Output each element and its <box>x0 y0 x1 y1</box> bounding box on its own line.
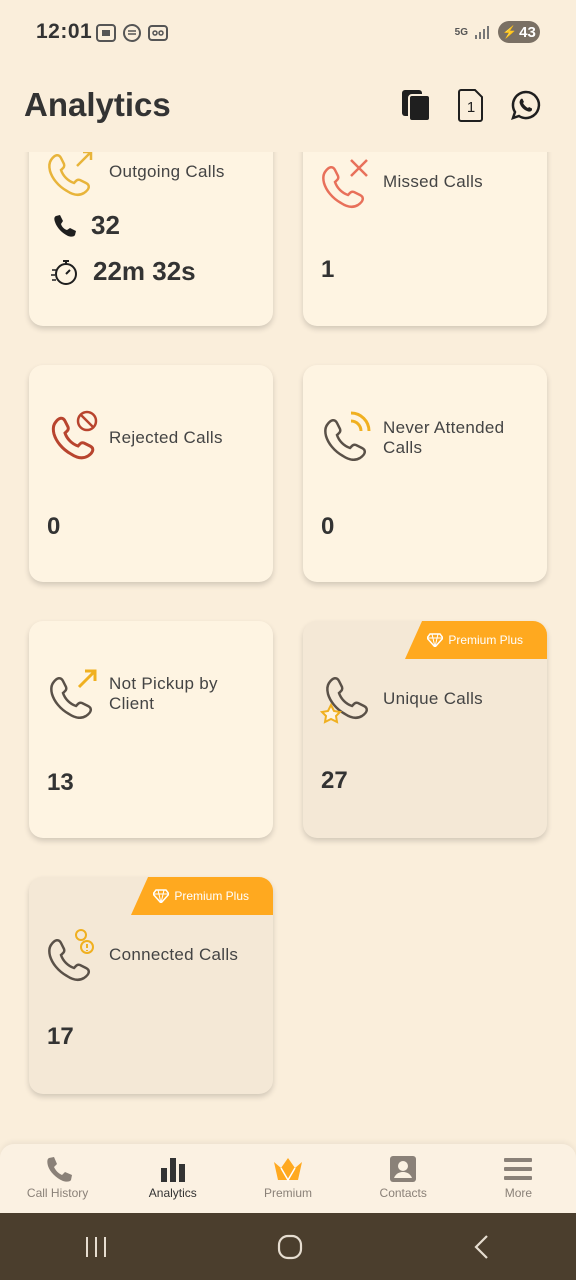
diamond-icon <box>153 889 170 903</box>
nav-label: Analytics <box>148 1186 197 1200</box>
card-value: 1 <box>321 256 335 283</box>
missed-call-icon <box>322 159 368 208</box>
nav-label: Premium <box>264 1186 313 1200</box>
home-icon[interactable] <box>277 1234 303 1260</box>
bar-chart-icon <box>160 1158 185 1182</box>
message-icon <box>123 24 141 42</box>
card-value: 27 <box>321 767 348 794</box>
unique-call-icon <box>319 677 368 724</box>
whatsapp-icon[interactable] <box>510 89 542 121</box>
phone-filled-icon <box>54 214 76 237</box>
card-label: Rejected Calls <box>109 428 223 447</box>
nav-contacts[interactable]: Contacts <box>346 1144 461 1213</box>
outgoing-duration: 22m 32s <box>93 256 196 286</box>
app-bar: Analytics 1 <box>0 64 576 152</box>
app-bar-actions: 1 <box>400 88 542 122</box>
status-bar: 12:01 5G ⚡ 43 <box>0 0 576 64</box>
premium-plus-tag: Premium Plus <box>131 877 273 915</box>
card-value: 17 <box>47 1023 74 1050</box>
diamond-icon <box>427 633 444 647</box>
card-label: Not Pickup by Client <box>109 674 218 713</box>
not-pickup-call-icon <box>50 669 97 719</box>
unique-calls-card[interactable]: Premium Plus Unique Calls 27 <box>303 621 547 838</box>
status-right: 5G ⚡ 43 <box>455 21 540 43</box>
premium-plus-tag: Premium Plus <box>405 621 547 659</box>
nav-label: Contacts <box>379 1186 427 1200</box>
system-navigation-bar <box>0 1213 576 1280</box>
outgoing-calls-card[interactable]: Outgoing Calls 32 22m 32s <box>29 152 273 326</box>
nav-label: More <box>504 1186 533 1200</box>
phone-icon <box>46 1157 72 1182</box>
notification-icons <box>96 24 168 42</box>
voicemail-icon <box>148 25 168 41</box>
contact-card-icon <box>390 1156 417 1182</box>
battery-level: 43 <box>519 23 536 41</box>
analytics-grid[interactable]: Outgoing Calls 32 22m 32s Missed Calls 1… <box>0 152 576 1144</box>
premium-tag-label: Premium Plus <box>174 889 249 903</box>
charging-icon: ⚡ <box>502 25 518 39</box>
premium-tag-label: Premium Plus <box>448 633 523 647</box>
copy-icon[interactable] <box>400 88 432 122</box>
back-icon[interactable] <box>472 1234 492 1260</box>
card-value: 0 <box>47 513 61 540</box>
svg-text:1: 1 <box>467 99 475 116</box>
connected-calls-card[interactable]: Premium Plus Connected Calls 17 <box>29 877 273 1094</box>
card-label: Connected Calls <box>109 945 239 964</box>
outgoing-count-row: 32 <box>51 210 120 241</box>
nav-more[interactable]: More <box>461 1144 576 1213</box>
card-value: 0 <box>321 513 335 540</box>
outgoing-call-icon <box>48 152 93 196</box>
never-attended-calls-card[interactable]: Never Attended Calls 0 <box>303 365 547 582</box>
card-value: 13 <box>47 769 74 796</box>
missed-calls-card[interactable]: Missed Calls 1 <box>303 152 547 326</box>
crown-icon <box>274 1158 302 1182</box>
card-label: Unique Calls <box>383 689 483 708</box>
nav-analytics[interactable]: Analytics <box>115 1144 230 1213</box>
recent-apps-icon[interactable] <box>84 1235 108 1259</box>
sim-one-icon[interactable]: 1 <box>458 88 484 122</box>
rejected-calls-card[interactable]: Rejected Calls 0 <box>29 365 273 582</box>
nav-label: Call History <box>26 1186 89 1200</box>
outgoing-duration-row: 22m 32s <box>51 256 196 287</box>
card-label: Never Attended Calls <box>383 418 505 457</box>
connected-call-icon <box>48 929 94 981</box>
battery-indicator: ⚡ 43 <box>498 21 540 43</box>
status-time: 12:01 <box>36 20 93 43</box>
outgoing-count: 32 <box>91 210 120 240</box>
screenshot-icon <box>96 24 116 42</box>
stopwatch-icon <box>51 259 77 285</box>
never-attended-call-icon <box>324 411 371 461</box>
bottom-navigation: Call History Analytics Premium Contacts … <box>0 1144 576 1213</box>
nav-premium[interactable]: Premium <box>230 1144 345 1213</box>
card-label: Missed Calls <box>383 172 483 191</box>
not-pickup-calls-card[interactable]: Not Pickup by Client 13 <box>29 621 273 838</box>
nav-call-history[interactable]: Call History <box>0 1144 115 1213</box>
rejected-call-icon <box>51 410 98 460</box>
signal-icon <box>475 26 489 39</box>
card-label: Outgoing Calls <box>109 162 225 181</box>
menu-icon <box>504 1158 533 1180</box>
network-label: 5G <box>454 26 468 38</box>
page-title: Analytics <box>24 86 171 123</box>
